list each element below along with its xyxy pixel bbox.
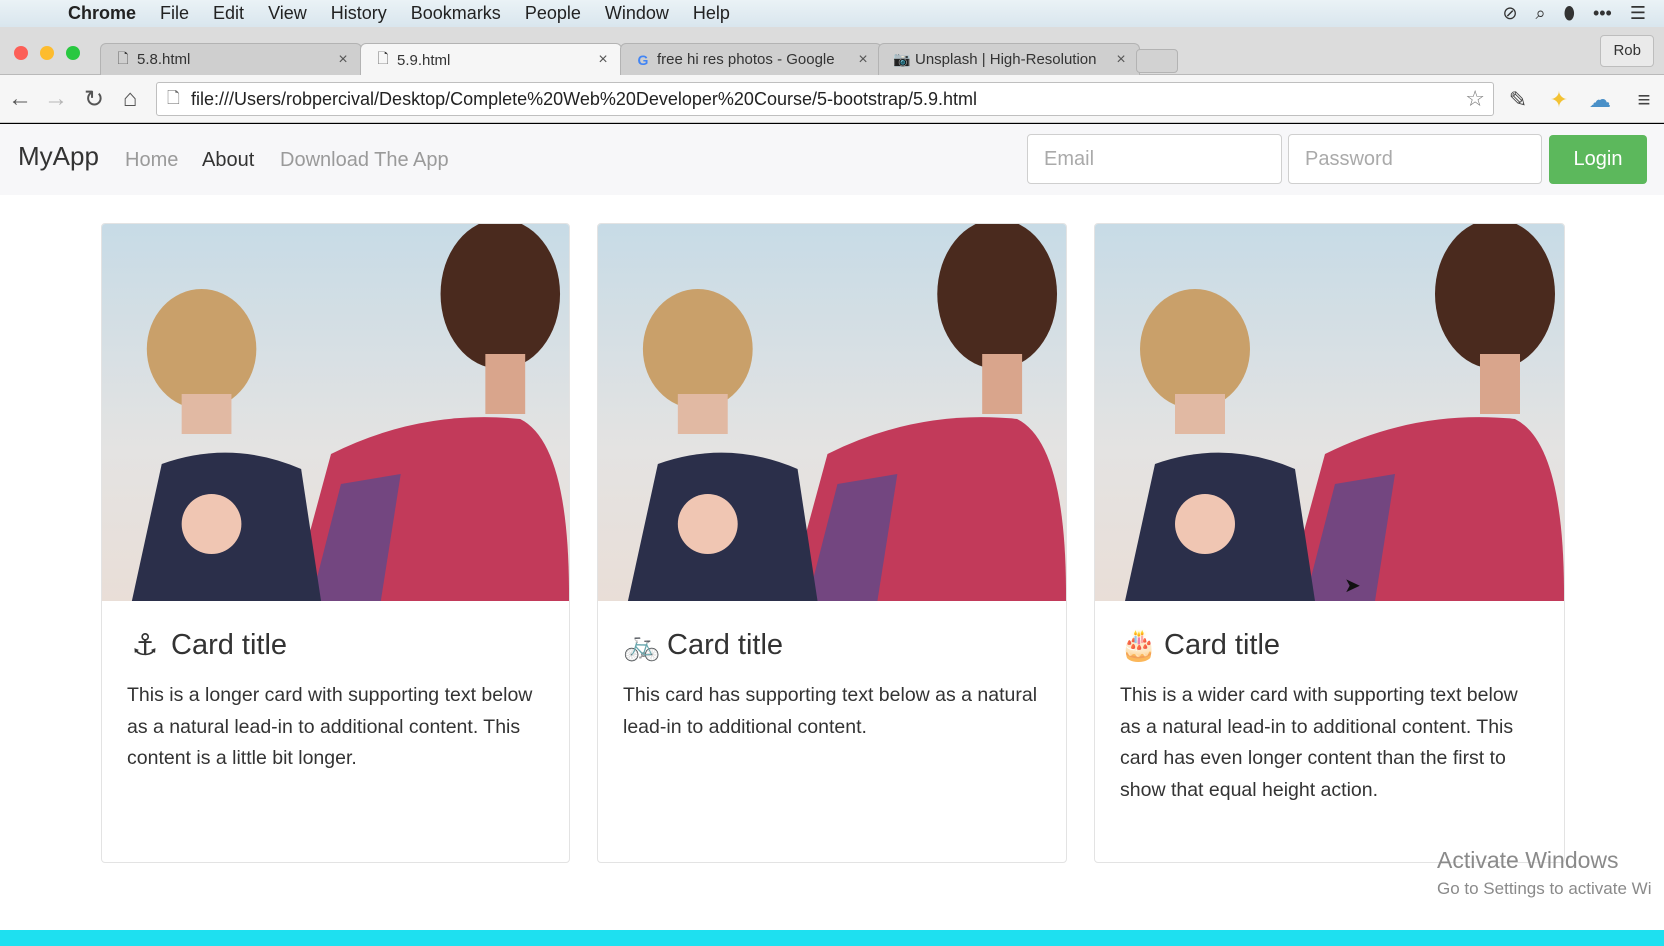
chrome-menu-icon[interactable]: ≡ [1630,87,1658,113]
close-window-button[interactable] [14,46,28,60]
card-image [1095,224,1564,601]
bookmark-star-icon[interactable]: ☆ [1465,83,1485,115]
macos-menu-bar: Chrome File Edit View History Bookmarks … [0,0,1664,27]
card-text: This card has supporting text below as a… [623,684,1038,738]
bicycle-icon: 🚲 [623,628,661,662]
camera-icon: 📷 [893,51,911,67]
card-body: ⚓ Card title This is a longer card with … [127,624,547,775]
menu-people[interactable]: People [513,3,593,24]
father-and-child-photo [1125,224,1564,601]
menu-history[interactable]: History [319,3,399,24]
tab-title: Unsplash | High-Resolution [915,51,1097,68]
nav-link-download[interactable]: Download The App [280,149,449,172]
navbar-brand[interactable]: MyApp [18,141,99,172]
spotlight-search-icon[interactable]: ⌕ [1536,3,1546,24]
browser-toolbar: ← → ↻ ⌂ 🗋 file:///Users/robpercival/Desk… [0,75,1664,123]
card-title-text: Card title [667,628,784,661]
do-not-disturb-icon[interactable]: ⊘ [1502,3,1517,24]
card-title-text: Card title [171,628,288,661]
tab-5-9-html[interactable]: 🗋 5.9.html × [360,43,622,76]
site-navbar: MyApp Home About Download The App Email … [0,124,1664,195]
father-and-child-photo [131,224,569,601]
card-image [598,224,1066,601]
menu-bookmarks[interactable]: Bookmarks [399,3,513,24]
profile-button[interactable]: Rob [1600,35,1654,67]
card-text: This is a longer card with supporting te… [127,684,533,769]
sticky-extension-icon[interactable]: ✦ [1545,87,1573,113]
card-title: ⚓ Card title [127,624,547,666]
menu-view[interactable]: View [256,3,319,24]
password-field[interactable]: Password [1288,134,1542,184]
close-icon[interactable]: × [1113,51,1129,69]
close-icon[interactable]: × [595,51,611,69]
menu-help[interactable]: Help [681,3,742,24]
nav-link-about[interactable]: About [202,149,254,172]
tab-unsplash[interactable]: 📷 Unsplash | High-Resolution × [878,43,1140,75]
card-body: 🎂 Card title This is a wider card with s… [1120,624,1542,806]
close-icon[interactable]: × [335,51,351,69]
google-icon: G [637,51,649,68]
forward-icon[interactable]: → [42,85,70,113]
card-title: 🎂 Card title [1120,624,1542,666]
page-icon: 🗋 [167,90,180,107]
cloud-extension-icon[interactable]: ☁ [1586,87,1614,113]
tab-google-search[interactable]: G free hi res photos - Google × [620,43,882,75]
father-and-child-photo [627,224,1066,601]
home-icon[interactable]: ⌂ [116,85,144,113]
status-app-icon[interactable]: ⬮ [1564,3,1575,24]
menu-app-name[interactable]: Chrome [68,3,148,24]
url-text[interactable]: file:///Users/robpercival/Desktop/Comple… [191,89,977,109]
minimize-window-button[interactable] [40,46,54,60]
tab-title: 5.9.html [397,51,451,69]
tab-title: 5.8.html [137,51,191,68]
activate-windows-title: Activate Windows [1437,847,1619,873]
menu-window[interactable]: Window [593,3,681,24]
menubar-status-area: ⊘ ⌕ ⬮ ••• ☰ [1502,3,1664,24]
card-title-text: Card title [1164,628,1281,661]
nav-link-home[interactable]: Home [125,149,178,172]
login-button[interactable]: Login [1549,135,1647,184]
email-field[interactable]: Email [1027,134,1282,184]
card-3: 🎂 Card title This is a wider card with s… [1094,223,1565,863]
card-body: 🚲 Card title This card has supporting te… [623,624,1044,743]
notification-center-icon[interactable]: ☰ [1630,3,1646,24]
card-image [102,224,569,601]
birthday-cake-icon: 🎂 [1120,628,1158,662]
eyedropper-extension-icon[interactable]: ✎ [1504,87,1532,113]
menu-edit[interactable]: Edit [201,3,256,24]
reload-icon[interactable]: ↻ [80,85,108,114]
close-icon[interactable]: × [855,51,871,69]
card-2: 🚲 Card title This card has supporting te… [597,223,1067,863]
card-text: This is a wider card with supporting tex… [1120,684,1518,801]
new-tab-button[interactable] [1136,49,1178,73]
mouse-cursor-icon: ➤ [1344,575,1361,597]
tab-title: free hi res photos - Google [657,51,835,68]
card-title: 🚲 Card title [623,624,1044,666]
page-icon: 🗋 [377,50,389,66]
page-icon: 🗋 [117,49,129,66]
menu-file[interactable]: File [148,3,201,24]
zoom-window-button[interactable] [66,46,80,60]
tab-5-8-html[interactable]: 🗋 5.8.html × [100,43,362,75]
card-1: ⚓ Card title This is a longer card with … [101,223,570,863]
browser-tab-strip: 🗋 5.8.html × 🗋 5.9.html × G free hi res … [0,27,1664,76]
back-icon[interactable]: ← [6,85,34,113]
page-viewport: MyApp Home About Download The App Email … [0,124,1664,930]
more-icon[interactable]: ••• [1593,3,1612,24]
address-bar[interactable]: 🗋 file:///Users/robpercival/Desktop/Comp… [156,82,1494,116]
anchor-icon: ⚓ [131,628,159,662]
bottom-color-strip [0,930,1664,946]
activate-windows-subtitle: Go to Settings to activate Wi [1437,879,1652,898]
